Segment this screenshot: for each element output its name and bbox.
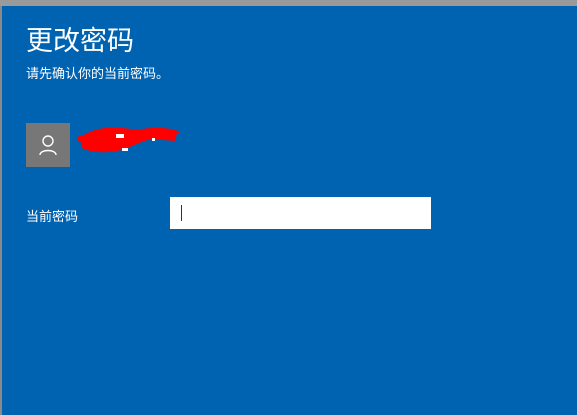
current-password-label: 当前密码 (26, 210, 79, 225)
instruction-text: 请先确认你的当前密码。 (26, 67, 170, 82)
redaction-scribble (76, 127, 180, 153)
text-caret (181, 205, 182, 221)
page-title: 更改密码 (26, 26, 134, 57)
user-icon (39, 135, 57, 156)
avatar (26, 123, 70, 167)
account-name (76, 124, 186, 154)
current-password-input[interactable] (170, 197, 431, 229)
